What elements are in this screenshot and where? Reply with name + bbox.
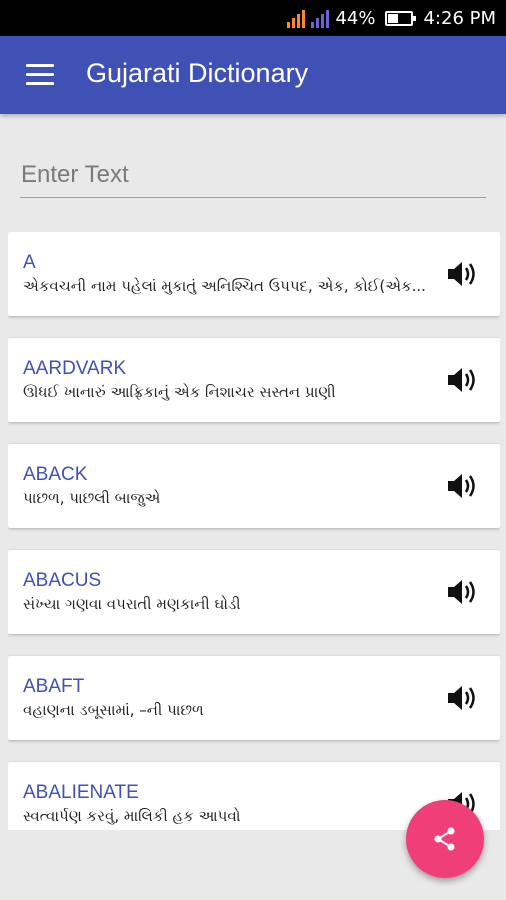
list-item[interactable]: ABAFT વહાણના ડબૂસામાં, –ની પાછળ <box>8 656 500 740</box>
list-item[interactable]: AARDVARK ઊધઈ ખાનારું આફ્રિકાનું એક નિશાચ… <box>8 338 500 422</box>
battery-icon <box>385 10 417 26</box>
signal-strength-icon <box>287 8 306 28</box>
list-item[interactable]: ABACK પાછળ, પાછલી બાજુએ <box>8 444 500 528</box>
hamburger-menu-icon[interactable] <box>26 64 54 86</box>
entry-meaning: પાછળ, પાછલી બાજુએ <box>23 489 161 507</box>
status-bar: 44% 4:26 PM <box>0 0 506 36</box>
clock: 4:26 PM <box>423 7 496 29</box>
list-item[interactable]: ABACUS સંખ્યા ગણવા વપરાતી મણકાની ઘોડી <box>8 550 500 634</box>
speaker-icon[interactable] <box>444 680 480 716</box>
entry-word: AARDVARK <box>23 358 127 379</box>
battery-percent: 44% <box>335 7 376 29</box>
share-button[interactable] <box>406 800 484 878</box>
app-title: Gujarati Dictionary <box>86 58 309 88</box>
speaker-icon[interactable] <box>444 574 480 610</box>
entry-meaning: ઊધઈ ખાનારું આફ્રિકાનું એક નિશાચર સસ્તન પ… <box>23 383 336 401</box>
entry-word: ABALIENATE <box>23 782 139 803</box>
entry-word: ABAFT <box>23 676 85 697</box>
entry-meaning: સંખ્યા ગણવા વપરાતી મણકાની ઘોડી <box>23 595 241 613</box>
signal-strength-icon <box>311 8 330 28</box>
search-input[interactable] <box>20 152 486 198</box>
entry-meaning: વહાણના ડબૂસામાં, –ની પાછળ <box>23 701 204 719</box>
speaker-icon[interactable] <box>444 256 480 292</box>
entry-word: ABACK <box>23 464 88 485</box>
list-item[interactable]: A એકવચની નામ પહેલાં મુકાતું અનિશ્ચિત ઉપપ… <box>8 232 500 316</box>
speaker-icon[interactable] <box>444 362 480 398</box>
word-list[interactable]: A એકવચની નામ પહેલાં મુકાતું અનિશ્ચિત ઉપપ… <box>8 232 500 830</box>
share-icon <box>434 827 455 851</box>
entry-meaning: સ્વત્વાર્પણ કરવું, માલિકી હક આપવો <box>23 807 241 825</box>
app-bar: Gujarati Dictionary <box>0 36 506 114</box>
speaker-icon[interactable] <box>444 468 480 504</box>
entry-word: A <box>23 252 36 273</box>
entry-meaning: એકવચની નામ પહેલાં મુકાતું અનિશ્ચિત ઉપપદ,… <box>23 277 426 295</box>
entry-word: ABACUS <box>23 570 102 591</box>
